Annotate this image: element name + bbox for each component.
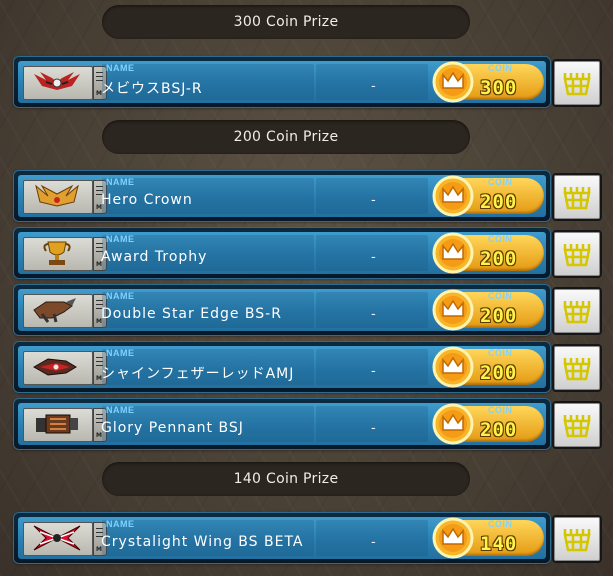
crown-coin-icon — [432, 517, 474, 559]
hero-crown-icon — [23, 180, 93, 214]
coin-value: 140 — [480, 533, 518, 555]
extra-value: - — [371, 535, 376, 550]
coin-caption: COIN — [488, 291, 513, 301]
item-name: シャインフェザーレッドAMJ — [101, 366, 295, 382]
item-name: Double Star Edge BS-R — [101, 306, 282, 322]
buy-button[interactable] — [552, 344, 602, 392]
name-caption: NAME — [106, 63, 135, 73]
coin-value: 200 — [480, 248, 518, 270]
crown-coin-icon — [432, 346, 474, 388]
row-panel: M NAME シャインフェザーレッドAMJ - COIN 200 — [18, 346, 546, 388]
prize-row[interactable]: M NAME Award Trophy - COIN 200 — [14, 228, 550, 278]
coin-value: 300 — [480, 77, 518, 99]
item-name: メビウスBSJ-R — [101, 81, 203, 97]
row-panel: M NAME Crystalight Wing BS BETA - COIN 1… — [18, 517, 546, 559]
section-header-300: 300 Coin Prize — [102, 5, 470, 39]
buy-button[interactable] — [552, 515, 602, 563]
basket-icon — [563, 73, 591, 96]
coin-caption: COIN — [488, 234, 513, 244]
row-panel: M NAME Award Trophy - COIN 200 — [18, 232, 546, 274]
crown-coin-icon — [432, 289, 474, 331]
name-caption: NAME — [106, 348, 135, 358]
section-header-label: 200 Coin Prize — [233, 129, 339, 145]
prize-row[interactable]: M NAME Hero Crown - COIN 200 — [14, 171, 550, 221]
glory-pennant-icon — [23, 408, 93, 442]
crown-coin-icon — [432, 175, 474, 217]
name-caption: NAME — [106, 405, 135, 415]
name-caption: NAME — [106, 234, 135, 244]
crystalight-wing-icon — [23, 522, 93, 556]
name-caption: NAME — [106, 177, 135, 187]
prize-row[interactable]: M NAME メビウスBSJ-R - COIN 300 — [14, 57, 550, 107]
name-caption: NAME — [106, 519, 135, 529]
double-star-edge-icon — [23, 294, 93, 328]
crown-coin-icon — [432, 403, 474, 445]
buy-button[interactable] — [552, 401, 602, 449]
winged-chassis-icon — [23, 66, 93, 100]
coin-value: 200 — [480, 191, 518, 213]
extra-value: - — [371, 193, 376, 208]
coin-caption: COIN — [488, 405, 513, 415]
basket-icon — [563, 187, 591, 210]
buy-button[interactable] — [552, 173, 602, 221]
extra-value: - — [371, 79, 376, 94]
section-header-200: 200 Coin Prize — [102, 120, 470, 154]
basket-icon — [563, 358, 591, 381]
row-panel: M NAME Double Star Edge BS-R - COIN 200 — [18, 289, 546, 331]
name-caption: NAME — [106, 291, 135, 301]
section-header-label: 140 Coin Prize — [233, 471, 339, 487]
extra-value: - — [371, 364, 376, 379]
buy-button[interactable] — [552, 59, 602, 107]
extra-value: - — [371, 307, 376, 322]
coin-caption: COIN — [488, 63, 513, 73]
row-panel: M NAME Hero Crown - COIN 200 — [18, 175, 546, 217]
coin-value: 200 — [480, 419, 518, 441]
item-name: Award Trophy — [101, 249, 208, 265]
row-panel: M NAME メビウスBSJ-R - COIN 300 — [18, 61, 546, 103]
section-header-140: 140 Coin Prize — [102, 462, 470, 496]
prize-row[interactable]: M NAME Double Star Edge BS-R - COIN 200 — [14, 285, 550, 335]
coin-caption: COIN — [488, 177, 513, 187]
basket-icon — [563, 415, 591, 438]
coin-caption: COIN — [488, 519, 513, 529]
row-panel: M NAME Glory Pennant BSJ - COIN 200 — [18, 403, 546, 445]
section-header-label: 300 Coin Prize — [233, 14, 339, 30]
crown-coin-icon — [432, 61, 474, 103]
shine-feather-icon — [23, 351, 93, 385]
coin-value: 200 — [480, 305, 518, 327]
item-name: Crystalight Wing BS BETA — [101, 534, 304, 550]
trophy-icon — [23, 237, 93, 271]
basket-icon — [563, 244, 591, 267]
coin-value: 200 — [480, 362, 518, 384]
extra-value: - — [371, 250, 376, 265]
buy-button[interactable] — [552, 230, 602, 278]
prize-row[interactable]: M NAME Glory Pennant BSJ - COIN 200 — [14, 399, 550, 449]
basket-icon — [563, 301, 591, 324]
coin-caption: COIN — [488, 348, 513, 358]
crown-coin-icon — [432, 232, 474, 274]
prize-row[interactable]: M NAME Crystalight Wing BS BETA - COIN 1… — [14, 513, 550, 563]
item-name: Hero Crown — [101, 192, 193, 208]
extra-value: - — [371, 421, 376, 436]
item-name: Glory Pennant BSJ — [101, 420, 244, 436]
buy-button[interactable] — [552, 287, 602, 335]
basket-icon — [563, 529, 591, 552]
prize-row[interactable]: M NAME シャインフェザーレッドAMJ - COIN 200 — [14, 342, 550, 392]
